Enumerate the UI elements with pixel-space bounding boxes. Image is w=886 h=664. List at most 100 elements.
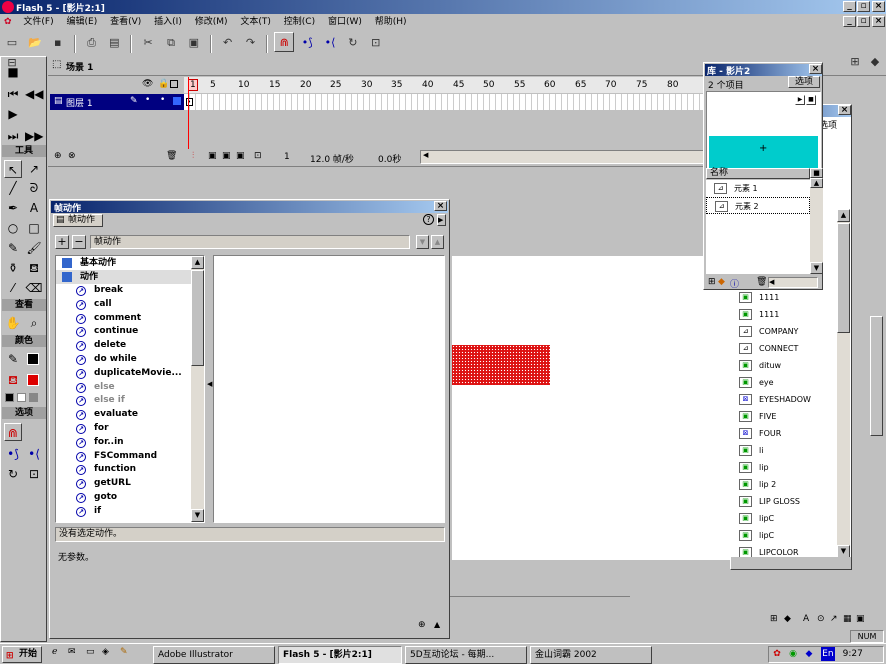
- action-item[interactable]: ↗ do while: [56, 353, 204, 367]
- library2-item[interactable]: ▣ lipC: [731, 527, 836, 544]
- media-icon[interactable]: ◈: [102, 647, 109, 657]
- new-folder-icon[interactable]: ◆: [718, 277, 725, 287]
- undo-icon[interactable]: ↶: [218, 33, 238, 53]
- hand-tool-icon[interactable]: ✋: [4, 314, 22, 332]
- action-item[interactable]: ↗ goto: [56, 491, 204, 505]
- library2-item[interactable]: ▣ LIP GLOSS: [731, 493, 836, 510]
- library2-item[interactable]: ⊠ FOUR: [731, 425, 836, 442]
- step-forward-icon[interactable]: ▶▶: [25, 127, 43, 145]
- action-item[interactable]: ↗ for: [56, 422, 204, 436]
- copy-icon[interactable]: ⧉: [161, 33, 181, 53]
- target-icon[interactable]: ⊕: [418, 620, 426, 630]
- stage-canvas[interactable]: [452, 256, 732, 560]
- action-item[interactable]: ↗ FSCommand: [56, 450, 204, 464]
- open-folder-icon[interactable]: 📂: [25, 33, 45, 53]
- frame-ruler[interactable]: 1 5 10 15 20 25 30 35 40 45 50 55 60 65 …: [184, 77, 708, 93]
- remove-action-button[interactable]: −: [72, 235, 86, 249]
- scene-label[interactable]: 场景 1: [66, 60, 93, 73]
- add-action-button[interactable]: +: [55, 235, 69, 249]
- scale-icon[interactable]: ⊡: [366, 33, 386, 53]
- menu-control[interactable]: 控制(C): [279, 13, 320, 31]
- outlook-icon[interactable]: ✉: [68, 647, 76, 657]
- onion-skin-icon[interactable]: ▣: [208, 151, 217, 161]
- red-rectangle-shape[interactable]: [452, 345, 550, 385]
- action-item[interactable]: ↗ else: [56, 381, 204, 395]
- stroke-color-swatch[interactable]: [27, 353, 39, 365]
- no-color-icon[interactable]: [17, 393, 26, 402]
- ie-icon[interactable]: ℯ: [52, 647, 57, 657]
- zoom-tool-icon[interactable]: ⌕: [25, 314, 43, 332]
- library-panel-icon[interactable]: ▣: [856, 614, 865, 624]
- paste-icon[interactable]: ▣: [184, 33, 204, 53]
- help-icon[interactable]: ?: [423, 214, 434, 225]
- library2-close-button[interactable]: ×: [838, 105, 851, 115]
- timeline-hscroll[interactable]: ◀: [420, 150, 706, 164]
- new-symbol-icon[interactable]: ⊞: [708, 277, 716, 287]
- action-item[interactable]: ↗ else if: [56, 394, 204, 408]
- paint-bucket-icon[interactable]: ⛾: [25, 259, 43, 277]
- doc-close-button[interactable]: ×: [872, 16, 885, 27]
- onion-markers-icon[interactable]: ⊡: [254, 151, 262, 161]
- menu-file[interactable]: 文件(F): [18, 13, 58, 31]
- pencil-tool-icon[interactable]: ✎: [4, 239, 22, 257]
- center-frame-icon[interactable]: ⫶: [192, 151, 194, 161]
- start-button[interactable]: ⊞ 开始: [2, 646, 42, 663]
- library2-item[interactable]: ▣ lipC: [731, 510, 836, 527]
- menu-text[interactable]: 文本(T): [235, 13, 276, 31]
- library2-item[interactable]: ⊠ EYESHADOW: [731, 391, 836, 408]
- library2-item[interactable]: ⊿ CONNECT: [731, 340, 836, 357]
- cut-icon[interactable]: ✂: [138, 33, 158, 53]
- onion-outline-icon[interactable]: ▣: [222, 151, 231, 161]
- menu-edit[interactable]: 编辑(E): [62, 13, 103, 31]
- action-item[interactable]: ↗ call: [56, 298, 204, 312]
- swap-colors-icon[interactable]: [29, 393, 38, 402]
- movie-explorer-icon[interactable]: ▦: [843, 614, 852, 624]
- task-illustrator[interactable]: Adobe Illustrator: [153, 646, 275, 664]
- menu-insert[interactable]: 插入(I): [149, 13, 187, 31]
- frame-cells[interactable]: •: [184, 94, 708, 110]
- menu-help[interactable]: 帮助(H): [370, 13, 412, 31]
- library-scrollbar[interactable]: ■ ▲ ▼: [810, 168, 823, 274]
- subselect-tool-icon[interactable]: ↗: [25, 160, 43, 178]
- action-item[interactable]: ↗ continue: [56, 325, 204, 339]
- smooth-icon[interactable]: •⟆: [297, 33, 317, 53]
- character-panel-icon[interactable]: A: [803, 614, 809, 624]
- library-titlebar[interactable]: 库 - 影片2 ×: [705, 64, 822, 77]
- preview-stop-icon[interactable]: ■: [806, 95, 816, 105]
- layer-row[interactable]: ▤ 图层 1 ✎ • •: [50, 94, 184, 110]
- stop-icon[interactable]: ■: [4, 63, 22, 81]
- lock-icon[interactable]: 🔒: [158, 79, 169, 89]
- lasso-tool-icon[interactable]: ᘐ: [25, 179, 43, 197]
- rewind-icon[interactable]: ⏮: [4, 85, 22, 103]
- option-smooth-icon[interactable]: •⟆: [4, 445, 22, 463]
- layer-visible-dot[interactable]: •: [145, 95, 150, 105]
- tab-frame-actions[interactable]: ▤ 帧动作: [53, 214, 103, 227]
- panel-menu-arrow-icon[interactable]: ▶: [437, 214, 446, 226]
- tray-icon[interactable]: ✿: [770, 647, 784, 661]
- preview-play-icon[interactable]: ▶: [795, 95, 805, 105]
- action-item[interactable]: ↗ duplicateMovie...: [56, 367, 204, 381]
- stage-vscroll[interactable]: [870, 166, 883, 606]
- dropper-tool-icon[interactable]: ⁄: [4, 279, 22, 297]
- pencil-app-icon[interactable]: ✎: [120, 647, 128, 657]
- eye-icon[interactable]: 👁: [142, 79, 153, 89]
- option-rotate-icon[interactable]: ↻: [4, 465, 22, 483]
- script-pane[interactable]: [213, 255, 445, 523]
- library2-item[interactable]: ⊿ COMPANY: [731, 323, 836, 340]
- name-column-header[interactable]: 名称: [706, 168, 810, 179]
- splitter-arrow-icon[interactable]: ◀: [207, 380, 212, 394]
- close-button[interactable]: ×: [872, 1, 885, 12]
- action-item[interactable]: ↗ getURL: [56, 477, 204, 491]
- text-tool-icon[interactable]: A: [25, 199, 43, 217]
- properties-icon[interactable]: ⓘ: [730, 277, 739, 290]
- library2-item[interactable]: ▣ li: [731, 442, 836, 459]
- step-back-icon[interactable]: ◀◀: [25, 85, 43, 103]
- tray-icon[interactable]: ◉: [786, 647, 800, 661]
- library2-item[interactable]: ▣ FIVE: [731, 408, 836, 425]
- menu-modify[interactable]: 修改(M): [190, 13, 233, 31]
- library-options-menu[interactable]: 选项: [788, 76, 820, 88]
- arrow-tool-icon[interactable]: ↖: [4, 160, 22, 178]
- action-item[interactable]: ↗ for..in: [56, 436, 204, 450]
- library-item[interactable]: ⊿ 元素 1: [706, 180, 810, 197]
- menu-window[interactable]: 窗口(W): [323, 13, 367, 31]
